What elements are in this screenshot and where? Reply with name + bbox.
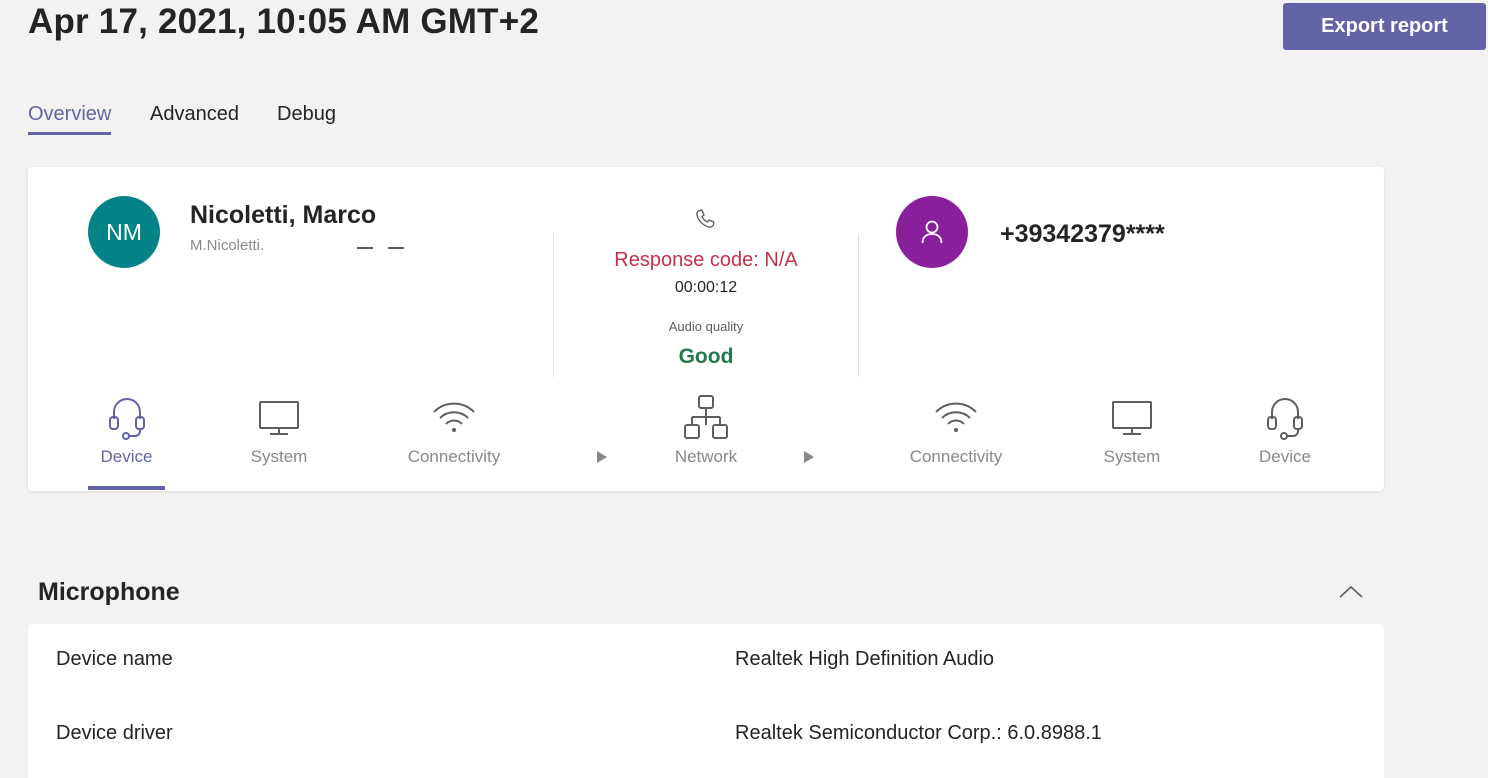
pipeline-label: Connectivity — [407, 447, 501, 466]
wifi-icon — [433, 402, 475, 432]
caller-initials: NM — [106, 218, 142, 245]
monitor-icon — [1112, 401, 1152, 435]
wifi-icon — [935, 402, 977, 432]
audio-quality-label: Audio quality — [668, 319, 744, 334]
chevron-up-icon — [1339, 585, 1363, 598]
pipeline-item-callee-system[interactable]: System — [1093, 395, 1171, 467]
caller-username: M.Nicoletti. — [190, 237, 265, 254]
detail-label: Device name — [56, 648, 173, 670]
pipeline-label: Network — [674, 447, 738, 466]
headset-icon — [108, 398, 145, 440]
pipeline-label: System — [1103, 447, 1161, 466]
monitor-icon — [259, 401, 299, 435]
caller-avatar: NM — [88, 196, 160, 268]
tab-debug[interactable]: Debug — [277, 103, 336, 134]
pipeline-label: Connectivity — [909, 447, 1003, 466]
pipeline-item-callee-connectivity[interactable]: Connectivity — [904, 395, 1008, 467]
section-title-microphone: Microphone — [38, 578, 180, 606]
pipeline-label: Device — [1259, 447, 1311, 466]
pipeline-item-caller-system[interactable]: System — [240, 395, 318, 467]
detail-row: Device driver Realtek Semiconductor Corp… — [28, 722, 1384, 762]
network-icon — [684, 395, 728, 439]
detail-value: Realtek Semiconductor Corp.: 6.0.8988.1 — [735, 722, 1102, 744]
redaction-mark — [388, 247, 404, 249]
redaction-mark — [357, 247, 373, 249]
call-summary-card: NM Nicoletti, Marco M.Nicoletti. Respons… — [28, 167, 1384, 491]
page-title: Apr 17, 2021, 10:05 AM GMT+2 — [28, 2, 540, 41]
export-report-button[interactable]: Export report — [1283, 3, 1486, 50]
phone-icon — [696, 209, 715, 228]
pipeline-arrow-icon — [597, 451, 607, 463]
caller-name: Nicoletti, Marco — [190, 201, 377, 229]
person-icon — [921, 220, 943, 244]
pipeline-item-callee-device[interactable]: Device — [1248, 395, 1322, 467]
pipeline-underline — [88, 486, 165, 490]
detail-row: Device name Realtek High Definition Audi… — [28, 648, 1384, 688]
pipeline-label: Device — [100, 447, 153, 466]
tab-advanced[interactable]: Advanced — [150, 103, 239, 134]
pipeline-item-caller-connectivity[interactable]: Connectivity — [402, 395, 506, 467]
pipeline-label: System — [250, 447, 308, 466]
callee-avatar — [896, 196, 968, 268]
call-duration: 00:00:12 — [674, 279, 738, 296]
detail-label: Device driver — [56, 722, 173, 744]
tab-overview[interactable]: Overview — [28, 103, 112, 135]
pipeline-item-caller-device[interactable]: Device — [90, 395, 163, 467]
microphone-details: Device name Realtek High Definition Audi… — [28, 624, 1384, 778]
callee-number: +39342379**** — [1000, 220, 1165, 248]
collapse-button[interactable] — [1338, 580, 1364, 604]
detail-value: Realtek High Definition Audio — [735, 648, 995, 670]
pipeline-item-network[interactable]: Network — [668, 395, 744, 467]
pipeline-arrow-icon — [804, 451, 814, 463]
headset-icon — [1267, 398, 1303, 440]
response-code: Response code: N/A — [614, 249, 798, 271]
audio-quality-value: Good — [678, 345, 734, 368]
